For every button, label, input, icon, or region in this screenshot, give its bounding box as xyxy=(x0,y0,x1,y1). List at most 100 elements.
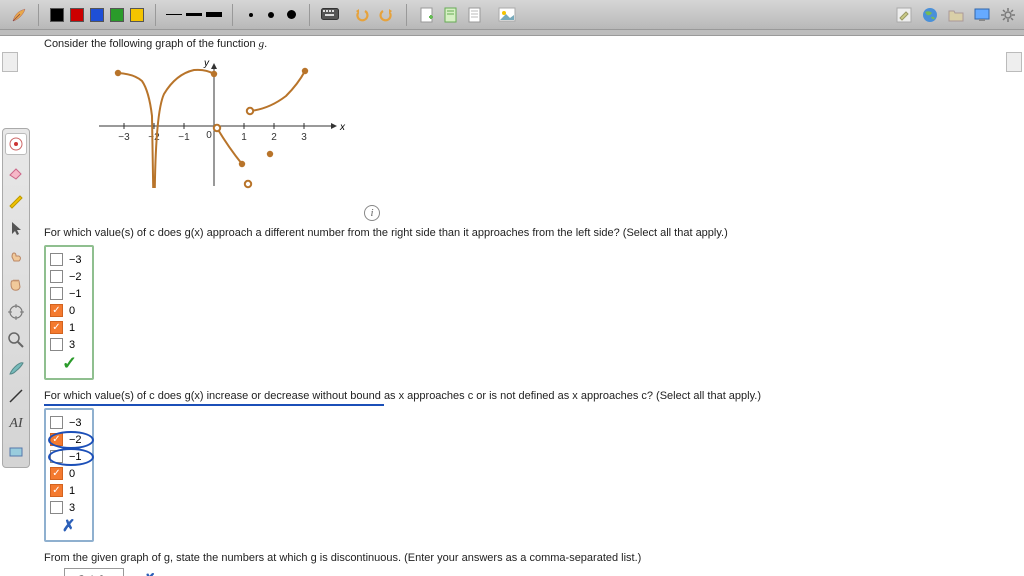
q3-answer-input[interactable]: −2,1,0 xyxy=(64,568,124,576)
line-thin[interactable] xyxy=(166,7,182,23)
content-area: Consider the following graph of the func… xyxy=(44,36,1006,576)
eraser-tool[interactable] xyxy=(5,161,27,183)
color-green[interactable] xyxy=(109,7,125,23)
option-label: 3 xyxy=(69,502,75,514)
gear-icon[interactable] xyxy=(998,6,1018,24)
highlighter-tool[interactable] xyxy=(5,189,27,211)
dot-small[interactable] xyxy=(243,7,259,23)
hand-grab-tool[interactable] xyxy=(5,273,27,295)
svg-text:1: 1 xyxy=(241,132,247,143)
undo-button[interactable] xyxy=(352,6,372,24)
option-label: −2 xyxy=(69,271,82,283)
question-intro: Consider the following graph of the func… xyxy=(44,38,1006,50)
checkbox[interactable] xyxy=(50,338,63,351)
line-med[interactable] xyxy=(186,7,202,23)
svg-text:2: 2 xyxy=(271,132,277,143)
new-page-icon[interactable] xyxy=(417,6,437,24)
wrong-mark-icon: ✗ xyxy=(142,570,155,576)
correct-mark-icon: ✓ xyxy=(62,353,82,374)
svg-text:−2: −2 xyxy=(148,132,160,143)
info-icon[interactable]: i xyxy=(364,205,380,221)
option-row[interactable]: −1 xyxy=(50,448,82,465)
dot-med[interactable] xyxy=(263,7,279,23)
keyboard-icon[interactable] xyxy=(320,6,340,24)
dot-large[interactable] xyxy=(283,7,299,23)
option-label: −1 xyxy=(69,451,82,463)
option-row[interactable]: ✓1 xyxy=(50,482,82,499)
checkbox[interactable] xyxy=(50,501,63,514)
color-black[interactable] xyxy=(49,7,65,23)
q3-text: From the given graph of g, state the num… xyxy=(44,552,1006,564)
checkbox[interactable]: ✓ xyxy=(50,484,63,497)
feather-icon xyxy=(10,6,28,24)
function-graph: x y −3 −2 −1 0 1 2 3 xyxy=(74,56,1006,199)
option-row[interactable]: −2 xyxy=(50,268,82,285)
q3-answer-row: x = −2,1,0 ✗ xyxy=(44,568,1006,576)
option-row[interactable]: ✓0 xyxy=(50,465,82,482)
option-row[interactable]: 3 xyxy=(50,499,82,516)
checkbox[interactable]: ✓ xyxy=(50,321,63,334)
hand-point-tool[interactable] xyxy=(5,245,27,267)
option-row[interactable]: −1 xyxy=(50,285,82,302)
folder-icon[interactable] xyxy=(946,6,966,24)
checkbox[interactable] xyxy=(50,416,63,429)
top-toolbar xyxy=(0,0,1024,30)
pointer-tool[interactable] xyxy=(5,217,27,239)
page-green-icon[interactable] xyxy=(441,6,461,24)
option-label: −1 xyxy=(69,288,82,300)
pen-tool[interactable] xyxy=(5,133,27,155)
option-row[interactable]: ✓1 xyxy=(50,319,82,336)
redo-button[interactable] xyxy=(376,6,396,24)
page-plain-icon[interactable] xyxy=(465,6,485,24)
dot-size-group xyxy=(239,7,303,23)
option-row[interactable]: ✓0 xyxy=(50,302,82,319)
color-palette xyxy=(45,7,149,23)
option-label: 0 xyxy=(69,305,75,317)
checkbox[interactable] xyxy=(50,253,63,266)
right-panel-tab[interactable] xyxy=(1006,52,1022,72)
color-blue[interactable] xyxy=(89,7,105,23)
option-row[interactable]: 3 xyxy=(50,336,82,353)
magnifier-tool[interactable] xyxy=(5,329,27,351)
svg-text:0: 0 xyxy=(206,130,212,141)
option-row[interactable]: ✓ −2 xyxy=(50,431,82,448)
svg-text:−1: −1 xyxy=(178,132,190,143)
checkbox[interactable]: ✓ xyxy=(50,433,63,446)
color-red[interactable] xyxy=(69,7,85,23)
brush-tool[interactable] xyxy=(5,357,27,379)
shape-tool[interactable] xyxy=(5,441,27,463)
line-thick[interactable] xyxy=(206,7,222,23)
q2-options: −3✓−2−1✓0✓13✗ xyxy=(44,408,94,542)
checkbox[interactable] xyxy=(50,287,63,300)
svg-text:y: y xyxy=(203,58,210,69)
checkbox[interactable]: ✓ xyxy=(50,467,63,480)
option-label: −3 xyxy=(69,254,82,266)
monitor-icon[interactable] xyxy=(972,6,992,24)
left-panel-tab[interactable] xyxy=(2,52,18,72)
q2-text: For which value(s) of c does g(x) increa… xyxy=(44,390,1006,402)
checkbox[interactable]: ✓ xyxy=(50,304,63,317)
option-row[interactable]: −3 xyxy=(50,414,82,431)
option-label: 1 xyxy=(69,322,75,334)
target-tool[interactable] xyxy=(5,301,27,323)
q1-text: For which value(s) of c does g(x) approa… xyxy=(44,227,1006,239)
edit-icon[interactable] xyxy=(894,6,914,24)
option-label: −3 xyxy=(69,417,82,429)
line-tool[interactable] xyxy=(5,385,27,407)
image-icon[interactable] xyxy=(497,6,517,24)
q1-options: −3−2−1✓0✓13✓ xyxy=(44,245,94,380)
text-tool[interactable]: AI xyxy=(5,413,27,435)
option-label: −2 xyxy=(69,434,82,446)
globe-icon[interactable] xyxy=(920,6,940,24)
checkbox[interactable] xyxy=(50,450,63,463)
color-yellow[interactable] xyxy=(129,7,145,23)
svg-text:−3: −3 xyxy=(118,132,130,143)
wrong-mark-icon: ✗ xyxy=(62,516,82,536)
option-label: 1 xyxy=(69,485,75,497)
line-width-group xyxy=(162,7,226,23)
svg-text:3: 3 xyxy=(301,132,307,143)
app-logo xyxy=(6,6,32,24)
option-row[interactable]: −3 xyxy=(50,251,82,268)
left-tool-rail: AI xyxy=(2,128,30,468)
checkbox[interactable] xyxy=(50,270,63,283)
